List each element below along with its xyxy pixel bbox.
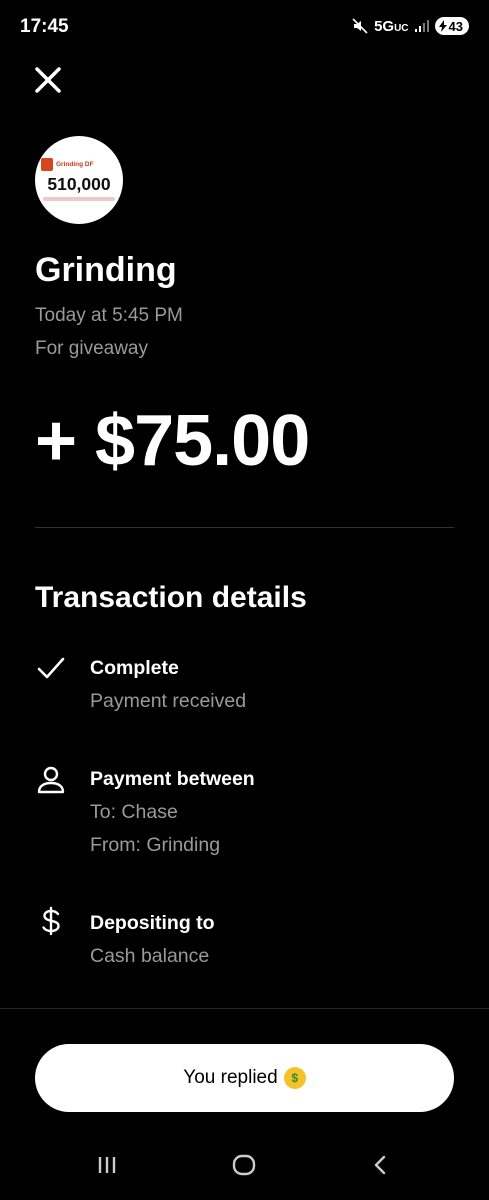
avatar-count: 510,000 — [47, 174, 111, 194]
mute-icon — [352, 18, 368, 34]
battery-indicator: 43 — [434, 17, 469, 35]
payment-between-heading: Payment between — [90, 768, 255, 790]
reply-label: You replied — [183, 1067, 278, 1088]
money-mouth-face-icon: $ — [283, 1067, 306, 1089]
network-label: 5GUC — [374, 17, 409, 35]
recents-icon[interactable] — [92, 1150, 122, 1180]
transaction-amount: + $75.00 — [35, 401, 310, 481]
status-heading: Complete — [90, 657, 179, 679]
battery-level: 43 — [448, 18, 463, 34]
dollar-icon — [42, 906, 60, 936]
payment-from: From: Grinding — [90, 834, 221, 856]
avatar: Grinding DF 510,000 — [35, 136, 123, 224]
checkmark-icon — [37, 657, 65, 679]
signal-icon — [414, 20, 429, 32]
avatar-subtext-bar — [43, 197, 115, 201]
payment-to: To: Chase — [90, 801, 178, 823]
sender-name: Grinding — [35, 251, 177, 289]
depositing-detail: Cash balance — [90, 945, 210, 967]
home-icon[interactable] — [229, 1150, 259, 1180]
reply-button[interactable]: You replied $ — [35, 1044, 454, 1112]
avatar-header: Grinding DF — [41, 158, 94, 171]
charging-icon — [438, 20, 447, 32]
person-icon — [37, 766, 65, 794]
back-icon[interactable] — [366, 1150, 396, 1180]
divider — [35, 527, 454, 528]
bottom-divider — [0, 1008, 489, 1009]
depositing-heading: Depositing to — [90, 912, 215, 934]
status-detail: Payment received — [90, 690, 247, 712]
close-icon[interactable] — [30, 62, 66, 98]
avatar-logo-icon — [41, 158, 53, 171]
status-icons: 5GUC 43 — [352, 17, 469, 35]
transaction-note: For giveaway — [35, 338, 148, 359]
status-time: 17:45 — [20, 16, 69, 37]
section-title: Transaction details — [35, 581, 307, 614]
transaction-date: Today at 5:45 PM — [35, 305, 183, 326]
avatar-channel-name: Grinding DF — [56, 161, 94, 168]
